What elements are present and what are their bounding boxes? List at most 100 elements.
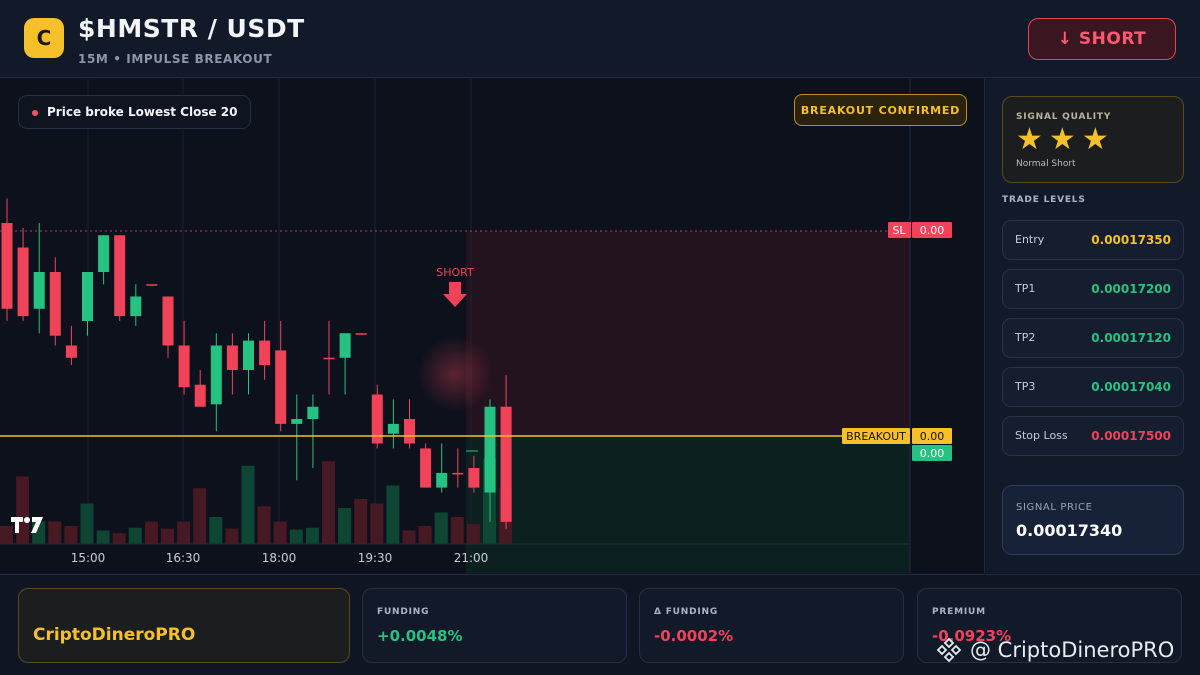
breakout-message-text: Price broke Lowest Close 20	[47, 105, 238, 119]
volume-bar	[144, 521, 158, 544]
quality-stars: ★ ★ ★	[1016, 125, 1109, 155]
volume-bar	[370, 503, 384, 544]
stat-title: Δ FUNDING	[654, 607, 719, 617]
volume-bar	[402, 530, 416, 544]
candle-body	[226, 345, 238, 370]
pair-title: $HMSTR / USDT	[78, 14, 305, 43]
short-button[interactable]: ↓ SHORT	[1028, 18, 1176, 60]
level-entry: Entry 0.00017350	[1002, 220, 1184, 260]
alert-dot-icon	[32, 110, 38, 116]
watermark: @ CriptoDineroPRO	[936, 637, 1174, 663]
volume-bar	[80, 503, 94, 544]
signal-quality-title: SIGNAL QUALITY	[1016, 112, 1112, 122]
volume-bar	[209, 517, 223, 544]
candle-body	[404, 419, 415, 444]
volume-bar	[466, 524, 480, 544]
signal-sidebar: SIGNAL QUALITY ★ ★ ★ Normal Short TRADE …	[986, 79, 1200, 573]
price-chart[interactable]: SHORT SL 0.00 BREAKOUT 0.00 0.00 15:00 16:30 18:…	[0, 79, 985, 573]
volume-bar	[418, 526, 432, 544]
stat-title: FUNDING	[377, 607, 430, 617]
timeframe-subtitle: 15M • IMPULSE BREAKOUT	[78, 52, 273, 66]
brand-card: CriptoDineroPRO	[18, 588, 350, 663]
level-tp3: TP3 0.00017040	[1002, 367, 1184, 407]
candle-body	[162, 296, 174, 346]
volume-bar	[128, 527, 142, 544]
signal-quality-card: SIGNAL QUALITY ★ ★ ★ Normal Short	[1002, 96, 1184, 183]
candle-body	[259, 340, 271, 366]
volume-bar	[257, 506, 271, 544]
candle-body	[65, 345, 77, 358]
candle-body	[500, 406, 512, 522]
signal-price-card: SIGNAL PRICE 0.00017340	[1002, 485, 1184, 555]
volume-bar	[386, 485, 400, 544]
level-tp2: TP2 0.00017120	[1002, 318, 1184, 358]
chart-panel[interactable]: SHORT SL 0.00 BREAKOUT 0.00 0.00 15:00 16:30 18:…	[0, 79, 985, 573]
level-value: 0.00017120	[1091, 331, 1171, 345]
level-stop-loss: Stop Loss 0.00017500	[1002, 416, 1184, 456]
x-tick-label: 19:30	[358, 551, 393, 565]
footer: CriptoDineroPRO FUNDING +0.0048% Δ FUNDI…	[0, 574, 1200, 675]
level-label: TP3	[1015, 380, 1036, 393]
candle-body	[178, 345, 190, 388]
volume-bar	[48, 521, 62, 544]
x-tick-label: 15:00	[71, 551, 106, 565]
x-tick-label: 16:30	[166, 551, 201, 565]
level-value: 0.00017500	[1091, 429, 1171, 443]
volume-bar	[450, 517, 464, 544]
sl-zone	[466, 231, 910, 436]
candle-body	[323, 357, 335, 360]
binance-logo-icon	[936, 637, 962, 663]
candle-body	[452, 472, 464, 475]
candle-body	[420, 448, 432, 488]
volume-bar	[241, 465, 255, 544]
star-icon: ★	[1016, 122, 1043, 157]
sl-value-label: 0.00	[920, 224, 945, 237]
candle-body	[114, 235, 126, 317]
candle-body	[98, 235, 110, 272]
candle-body	[49, 272, 61, 336]
breakout-value-label: 0.00	[920, 430, 945, 443]
short-arrow-icon	[443, 282, 467, 307]
x-tick-label: 21:00	[454, 551, 489, 565]
coin-logo-icon: C	[24, 18, 64, 58]
price-value-label: 0.00	[920, 447, 945, 460]
volume-bar	[96, 530, 110, 544]
star-icon: ★	[1048, 122, 1076, 157]
level-label: TP2	[1015, 331, 1036, 344]
x-tick-label: 18:00	[262, 551, 297, 565]
level-tp1: TP1 0.00017200	[1002, 269, 1184, 309]
signal-glow	[417, 336, 493, 412]
candle-body	[484, 406, 496, 493]
breakout-message: Price broke Lowest Close 20	[18, 95, 252, 129]
header: C $HMSTR / USDT 15M • IMPULSE BREAKOUT ↓…	[0, 0, 1200, 78]
signal-price-value: 0.00017340	[1016, 521, 1123, 540]
candle-body	[307, 406, 319, 419]
level-label: TP1	[1015, 282, 1036, 295]
level-value: 0.00017350	[1091, 233, 1171, 247]
signal-quality-subtitle: Normal Short	[1016, 159, 1076, 169]
candle-body	[291, 419, 303, 424]
volume-bar	[193, 488, 207, 544]
candle-body	[355, 333, 367, 335]
tp-zone	[466, 436, 910, 573]
volume-bar	[161, 528, 174, 544]
candle-body	[436, 472, 448, 488]
candle-body	[194, 384, 206, 407]
candle-body	[243, 340, 254, 370]
level-value: 0.00017200	[1091, 282, 1171, 296]
candle-body	[33, 272, 45, 309]
candle-body	[82, 272, 93, 321]
brand-name: CriptoDineroPRO	[33, 625, 196, 645]
level-label: Entry	[1015, 233, 1045, 246]
candle-body	[210, 345, 222, 405]
delta-funding-card: Δ FUNDING -0.0002%	[639, 588, 904, 663]
funding-card: FUNDING +0.0048%	[362, 588, 627, 663]
level-label: Stop Loss	[1015, 429, 1068, 442]
candle-body	[130, 296, 142, 317]
volume-bar	[225, 528, 239, 544]
volume-bar	[354, 499, 368, 544]
trade-levels-title: TRADE LEVELS	[1002, 195, 1086, 205]
watermark-text: @ CriptoDineroPRO	[970, 638, 1175, 662]
candle-body	[146, 284, 158, 286]
candle-body	[387, 423, 399, 434]
